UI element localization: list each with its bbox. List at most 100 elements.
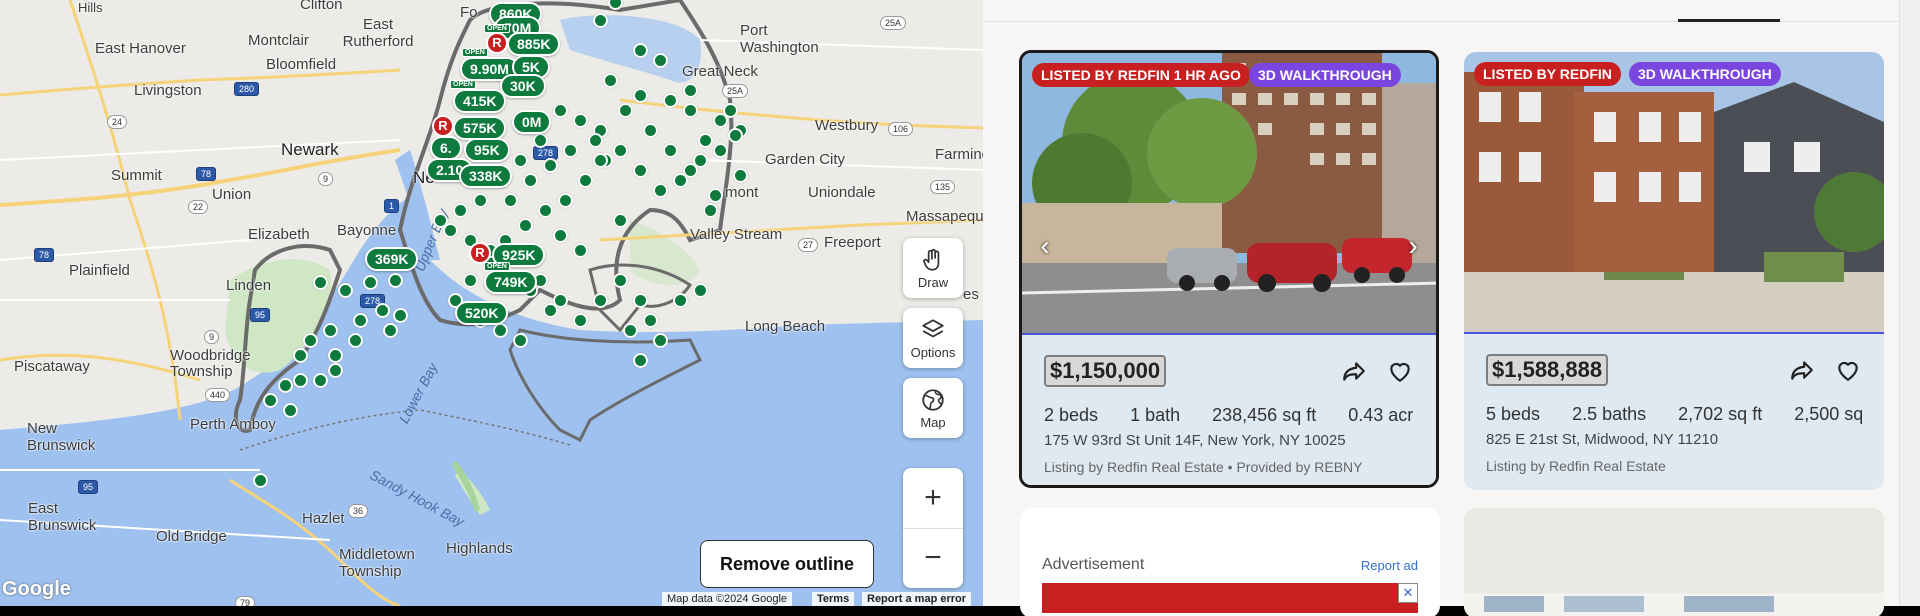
listing-dot[interactable] — [623, 323, 638, 338]
map-view[interactable]: Hills Clifton East Hanover Montclair Eas… — [0, 0, 983, 606]
listing-dot[interactable] — [653, 53, 668, 68]
listing-dot[interactable] — [683, 163, 698, 178]
remove-outline-button[interactable]: Remove outline — [700, 540, 874, 588]
listing-dot[interactable] — [518, 218, 533, 233]
listing-dot[interactable] — [538, 203, 553, 218]
listing-dot[interactable] — [643, 313, 658, 328]
listing-dot[interactable] — [633, 353, 648, 368]
listing-dot[interactable] — [633, 43, 648, 58]
listing-dot[interactable] — [313, 275, 328, 290]
draw-button[interactable]: Draw — [903, 238, 963, 298]
redfin-r-badge[interactable]: R — [486, 32, 508, 54]
listing-dot[interactable] — [633, 163, 648, 178]
listing-dot[interactable] — [543, 158, 558, 173]
listing-dot[interactable] — [553, 103, 568, 118]
listing-dot[interactable] — [513, 333, 528, 348]
listing-dot[interactable] — [723, 103, 738, 118]
listing-dot[interactable] — [293, 348, 308, 363]
zoom-in-button[interactable]: + — [903, 468, 963, 528]
price-pin[interactable]: 575K — [453, 116, 507, 140]
listing-dot[interactable] — [278, 378, 293, 393]
listing-dot[interactable] — [388, 273, 403, 288]
listing-dot[interactable] — [728, 128, 743, 143]
price-pin[interactable]: 885K — [507, 32, 561, 56]
listing-dot[interactable] — [618, 103, 633, 118]
listing-dot[interactable] — [453, 203, 468, 218]
photo-prev-arrow-icon[interactable]: ‹ — [1034, 231, 1056, 261]
listing-dot[interactable] — [673, 293, 688, 308]
share-icon[interactable] — [1788, 356, 1816, 384]
price-pin[interactable]: 95K — [464, 138, 510, 162]
price-pin[interactable]: 30K — [500, 74, 546, 98]
listing-dot[interactable] — [573, 313, 588, 328]
listing-card[interactable] — [1464, 508, 1884, 616]
listing-dot[interactable] — [253, 473, 268, 488]
map-type-button[interactable]: Map — [903, 378, 963, 438]
listing-dot[interactable] — [573, 113, 588, 128]
listing-dot[interactable] — [613, 143, 628, 158]
listing-dot[interactable] — [663, 143, 678, 158]
price-pin[interactable]: 0M — [512, 110, 552, 134]
listing-dot[interactable] — [338, 283, 353, 298]
listing-dot[interactable] — [503, 193, 518, 208]
listing-dot[interactable] — [303, 333, 318, 348]
listing-dot[interactable] — [713, 143, 728, 158]
3d-walkthrough-badge[interactable]: 3D WALKTHROUGH — [1249, 63, 1401, 87]
listing-dot[interactable] — [633, 88, 648, 103]
ad-banner[interactable]: ✕ — [1042, 583, 1418, 613]
price-pin[interactable]: 369K — [365, 247, 419, 271]
listing-card[interactable]: LISTED BY REDFIN 1 HR AGO 3D WALKTHROUGH… — [1019, 50, 1439, 488]
listing-address[interactable]: 825 E 21st St, Midwood, NY 11210 — [1486, 431, 1862, 448]
listing-dot[interactable] — [313, 373, 328, 388]
listing-dot[interactable] — [693, 283, 708, 298]
redfin-r-badge[interactable]: R — [432, 115, 454, 137]
listing-dot[interactable] — [558, 193, 573, 208]
listing-dot[interactable] — [593, 293, 608, 308]
listing-dot[interactable] — [683, 83, 698, 98]
listing-dot[interactable] — [523, 173, 538, 188]
listing-dot[interactable] — [363, 275, 378, 290]
listing-dot[interactable] — [353, 313, 368, 328]
listing-dot[interactable] — [328, 348, 343, 363]
listing-dot[interactable] — [473, 193, 488, 208]
price-pin[interactable]: 749K — [484, 270, 538, 294]
listing-dot[interactable] — [653, 183, 668, 198]
listing-dot[interactable] — [375, 303, 390, 318]
price-pin[interactable]: 6. — [430, 136, 462, 160]
listing-dot[interactable] — [573, 243, 588, 258]
listing-dot[interactable] — [588, 133, 603, 148]
listing-dot[interactable] — [348, 333, 363, 348]
favorite-heart-icon[interactable] — [1386, 357, 1414, 385]
listing-address[interactable]: 175 W 93rd St Unit 14F, New York, NY 100… — [1044, 432, 1414, 449]
listing-dot[interactable] — [383, 323, 398, 338]
listing-dot[interactable] — [578, 173, 593, 188]
listing-photo[interactable]: LISTED BY REDFIN 3D WALKTHROUGH — [1464, 52, 1884, 332]
listing-dot[interactable] — [328, 363, 343, 378]
price-pin[interactable]: 520K — [455, 301, 509, 325]
listing-dot[interactable] — [603, 73, 618, 88]
favorite-heart-icon[interactable] — [1834, 356, 1862, 384]
listing-dot[interactable] — [733, 168, 748, 183]
listing-dot[interactable] — [643, 123, 658, 138]
listing-dot[interactable] — [663, 93, 678, 108]
listing-dot[interactable] — [393, 308, 408, 323]
photo-next-arrow-icon[interactable]: › — [1402, 231, 1424, 261]
listing-dot[interactable] — [633, 293, 648, 308]
price-pin[interactable]: 338K — [459, 164, 513, 188]
price-pin[interactable]: 415K — [453, 89, 507, 113]
listing-dot[interactable] — [563, 143, 578, 158]
listing-dot[interactable] — [443, 223, 458, 238]
listing-dot[interactable] — [553, 228, 568, 243]
listing-dot[interactable] — [593, 153, 608, 168]
zoom-out-button[interactable]: − — [903, 528, 963, 588]
report-ad-link[interactable]: Report ad — [1361, 558, 1418, 573]
listing-card[interactable]: LISTED BY REDFIN 3D WALKTHROUGH $1,588,8… — [1464, 52, 1884, 490]
listing-dot[interactable] — [698, 133, 713, 148]
options-button[interactable]: Options — [903, 308, 963, 368]
listing-dot[interactable] — [683, 103, 698, 118]
redfin-r-badge[interactable]: R — [469, 242, 491, 264]
3d-walkthrough-badge[interactable]: 3D WALKTHROUGH — [1629, 62, 1781, 86]
report-map-error-link[interactable]: Report a map error — [862, 592, 972, 606]
listing-dot[interactable] — [293, 373, 308, 388]
listing-dot[interactable] — [323, 323, 338, 338]
